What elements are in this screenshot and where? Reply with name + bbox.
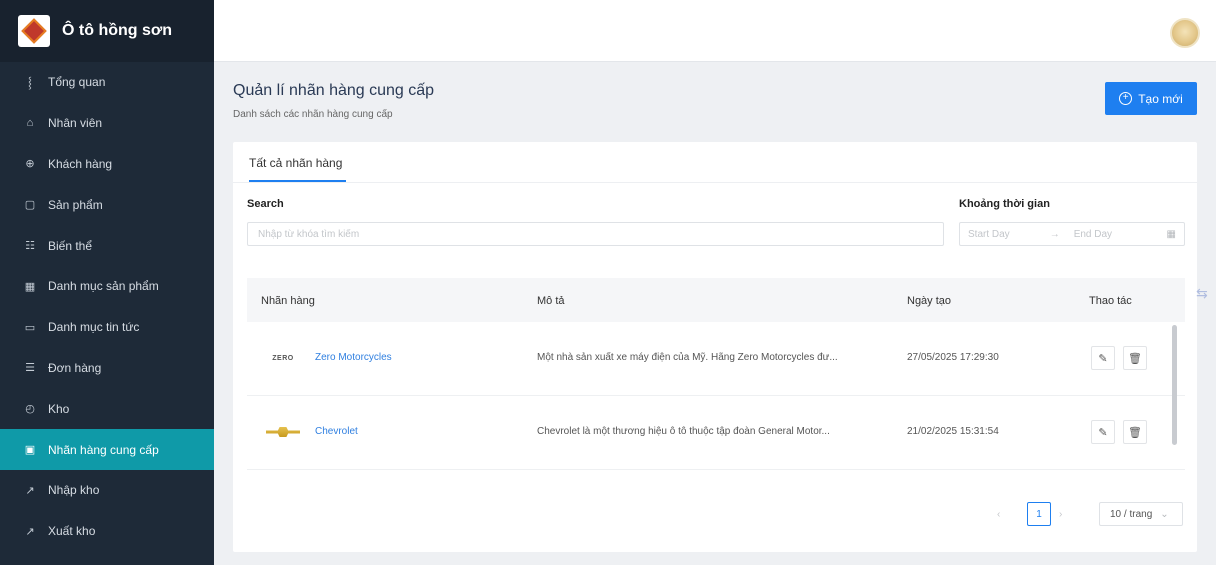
sidebar-item[interactable]: ☰ Đơn hàng [0,348,214,389]
sidebar-item-label: Đơn hàng [48,360,102,375]
plus-circle-icon: + [1119,92,1133,105]
table-row: Chevrolet Chevrolet là một thương hiệu ô… [247,396,1185,470]
brand-name: Ô tô hồng sơn [62,22,173,39]
table-scrollbar[interactable] [1172,325,1177,445]
sidebar-item[interactable]: ▭ Danh mục tin tức [0,307,214,348]
create-button[interactable]: + Tạo mới [1105,82,1197,115]
column-header-created: Ngày tạo [907,295,952,307]
page-subtitle: Danh sách các nhãn hàng cung cấp [233,109,393,120]
chevron-down-icon: ⌄ [1160,508,1169,520]
sidebar-item[interactable]: ▢ Sản phẩm [0,184,214,225]
end-date-input[interactable]: End Day [1074,229,1112,240]
import-icon: ↗ [25,484,35,497]
sidebar-item[interactable]: ▣ Nhãn hàng cung cấp [0,429,214,470]
export-icon: ↗ [25,525,35,538]
content-card: Tất cả nhãn hàng Search Khoảng thời gian… [233,142,1197,552]
brand-description: Chevrolet là một thương hiệu ô tô thuộc … [537,426,830,437]
translate-icon[interactable]: ⇆ [1196,285,1208,302]
sidebar-item[interactable]: ▦ Danh mục sản phẩm [0,266,214,307]
brand-logo [18,15,50,47]
customer-icon: ⊕ [25,158,35,171]
create-button-label: Tạo mới [1138,91,1183,106]
sidebar-item-label: Khách hàng [48,156,113,171]
sidebar-item[interactable]: ↗ Nhập kho [0,470,214,511]
delete-icon[interactable]: 🗑 [1123,420,1147,444]
tab-divider [233,182,1197,183]
edit-icon[interactable]: ✎ [1091,346,1115,370]
column-header-actions: Thao tác [1089,295,1132,307]
sidebar-menu: ⸾ Tổng quan ⌂ Nhân viên ⊕ Khách hàng ▢ Sản phẩm… [0,62,214,552]
search-label: Search [247,198,284,210]
page-number[interactable]: 1 [1027,502,1051,526]
brand-name-link[interactable]: Chevrolet [315,426,358,437]
sidebar-item-label: Tổng quan [48,75,106,90]
sidebar-item[interactable]: ⊕ Khách hàng [0,144,214,185]
table-row: ZERO Zero Motorcycles Một nhà sản xuất x… [247,322,1185,396]
top-bar [214,0,1216,62]
created-date: 27/05/2025 17:29:30 [907,352,999,363]
warehouse-icon: ◴ [25,403,35,416]
sidebar-item-label: Danh mục tin tức [48,320,140,335]
sidebar-item-label: Sản phẩm [48,197,103,212]
news-icon: ▭ [24,321,36,334]
sidebar-item[interactable]: ◴ Kho [0,388,214,429]
sidebar-item-label: Nhân viên [48,116,103,131]
date-range-picker[interactable]: Start Day → End Day ▦ [959,222,1185,246]
page-size-value: 10 / trang [1110,508,1153,520]
brand-description: Một nhà sản xuất xe máy điện của Mỹ. Hãn… [537,352,838,363]
category-icon: ▦ [24,280,36,293]
sidebar-item-label: Danh mục sản phẩm [48,279,159,294]
sidebar: Ô tô hồng sơn ⸾ Tổng quan ⌂ Nhân viên ⊕ Khách… [0,0,214,565]
date-range-label: Khoảng thời gian [959,198,1050,210]
tab-all-brands[interactable]: Tất cả nhãn hàng [249,156,342,170]
start-date-input[interactable]: Start Day [968,229,1010,240]
sidebar-item[interactable]: ☷ Biến thể [0,225,214,266]
calendar-icon: ▦ [1166,228,1176,240]
page-title: Quản lí nhãn hàng cung cấp [233,82,435,99]
search-input[interactable] [247,222,944,246]
page-size-select[interactable]: 10 / trang ⌄ [1099,502,1183,526]
table-header: Nhãn hàng Mô tả Ngày tạo Thao tác [247,278,1185,322]
chevrolet-logo [263,422,303,442]
column-header-description: Mô tả [537,295,565,307]
sidebar-item-label: Xuất kho [48,524,96,539]
edit-icon[interactable]: ✎ [1091,420,1115,444]
brand-header[interactable]: Ô tô hồng sơn [0,0,214,62]
created-date: 21/02/2025 15:31:54 [907,426,999,437]
sidebar-item[interactable]: ↗ Xuất kho [0,511,214,552]
avatar[interactable] [1170,18,1200,48]
sidebar-item-label: Biến thể [48,238,93,253]
variant-icon: ☷ [25,240,35,253]
next-page-icon[interactable]: › [1059,502,1083,526]
delete-icon[interactable]: 🗑 [1123,346,1147,370]
user-icon: ⌂ [26,117,34,130]
sidebar-item-label: Nhập kho [48,483,100,498]
zero-motorcycles-logo: ZERO [272,354,294,362]
brand-name-link[interactable]: Zero Motorcycles [315,352,392,363]
brand-icon: ▣ [24,444,36,457]
range-arrow-icon: → [1049,228,1060,240]
sidebar-item[interactable]: ⸾ Tổng quan [0,62,214,103]
box-icon: ▢ [24,199,36,212]
sidebar-item-label: Nhãn hàng cung cấp [48,442,159,457]
sidebar-item[interactable]: ⌂ Nhân viên [0,103,214,144]
list-icon: ☰ [25,362,35,375]
sidebar-item-label: Kho [48,401,70,416]
chart-icon: ⸾ [28,76,32,89]
column-header-brand: Nhãn hàng [261,295,315,307]
prev-page-icon[interactable]: ‹ [997,502,1021,526]
